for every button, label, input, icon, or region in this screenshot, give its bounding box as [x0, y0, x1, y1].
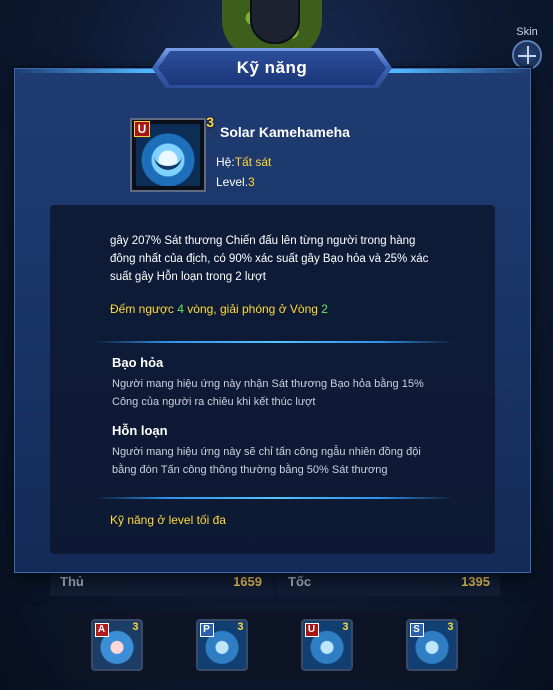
max-level-note: Kỹ năng ở level tối đa [110, 513, 226, 527]
skill-slot-a[interactable]: A 3 [90, 619, 143, 671]
countdown-prefix: Đếm ngược [110, 302, 178, 316]
skill-element: Hệ:Tất sát [216, 155, 271, 169]
stat-value: 1395 [461, 574, 490, 589]
skill-slot-s[interactable]: S 3 [405, 619, 458, 671]
skin-button-label: Skin [516, 26, 538, 38]
skin-button[interactable]: Skin [507, 0, 547, 38]
skill-level: 3 [447, 621, 454, 633]
skill-type-tag: P [199, 623, 214, 637]
crosshair-icon [512, 40, 542, 70]
skill-level-tag: 3 [206, 114, 214, 130]
level-value: 3 [248, 175, 255, 189]
effect-desc-chaos: Người mang hiệu ứng này sẽ chỉ tấn công … [112, 446, 421, 476]
level-label: Level. [216, 175, 249, 189]
character-head [250, 0, 300, 44]
dialog-title-plate: Kỹ năng [152, 48, 392, 88]
countdown-middle: vòng, giải phóng ở Vòng [183, 302, 322, 316]
divider [94, 341, 454, 343]
countdown-round: 2 [321, 302, 328, 316]
skill-type-tag: U [304, 623, 319, 637]
skill-level: 3 [132, 621, 139, 633]
skill-bar: A 3 P 3 U 3 S 3 [64, 610, 484, 680]
skill-description: gây 207% Sát thương Chiến đấu lên từng n… [110, 235, 429, 283]
divider [94, 497, 454, 499]
skill-slot-u[interactable]: U 3 [300, 619, 353, 671]
skill-slot-p[interactable]: P 3 [195, 619, 248, 671]
skill-type-tag: S [409, 623, 424, 637]
effect-name-burn: Bạo hỏa [112, 355, 164, 370]
effect-desc-burn: Người mang hiệu ứng này nhận Sát thương … [112, 378, 424, 408]
element-value: Tất sát [234, 155, 272, 169]
skill-name: Solar Kamehameha [220, 124, 350, 140]
dialog-title: Kỹ năng [236, 58, 308, 77]
effect-name-chaos: Hỗn loạn [112, 423, 168, 438]
countdown-turns: 4 [177, 302, 184, 316]
skill-icon: U 3 [130, 114, 214, 192]
stat-label: Thủ [60, 574, 84, 589]
skill-level: 3 [237, 621, 244, 633]
element-label: Hệ: [216, 155, 235, 169]
stat-label: Tốc [288, 574, 312, 589]
ultimate-tag: U [134, 121, 150, 137]
skill-type-tag: A [94, 623, 109, 637]
stat-value: 1659 [233, 574, 262, 589]
skill-level: 3 [342, 621, 349, 633]
countdown-text: Đếm ngược 4 vòng, giải phóng ở Vòng 2 [110, 302, 328, 316]
skill-level: Level.3 [216, 175, 255, 189]
